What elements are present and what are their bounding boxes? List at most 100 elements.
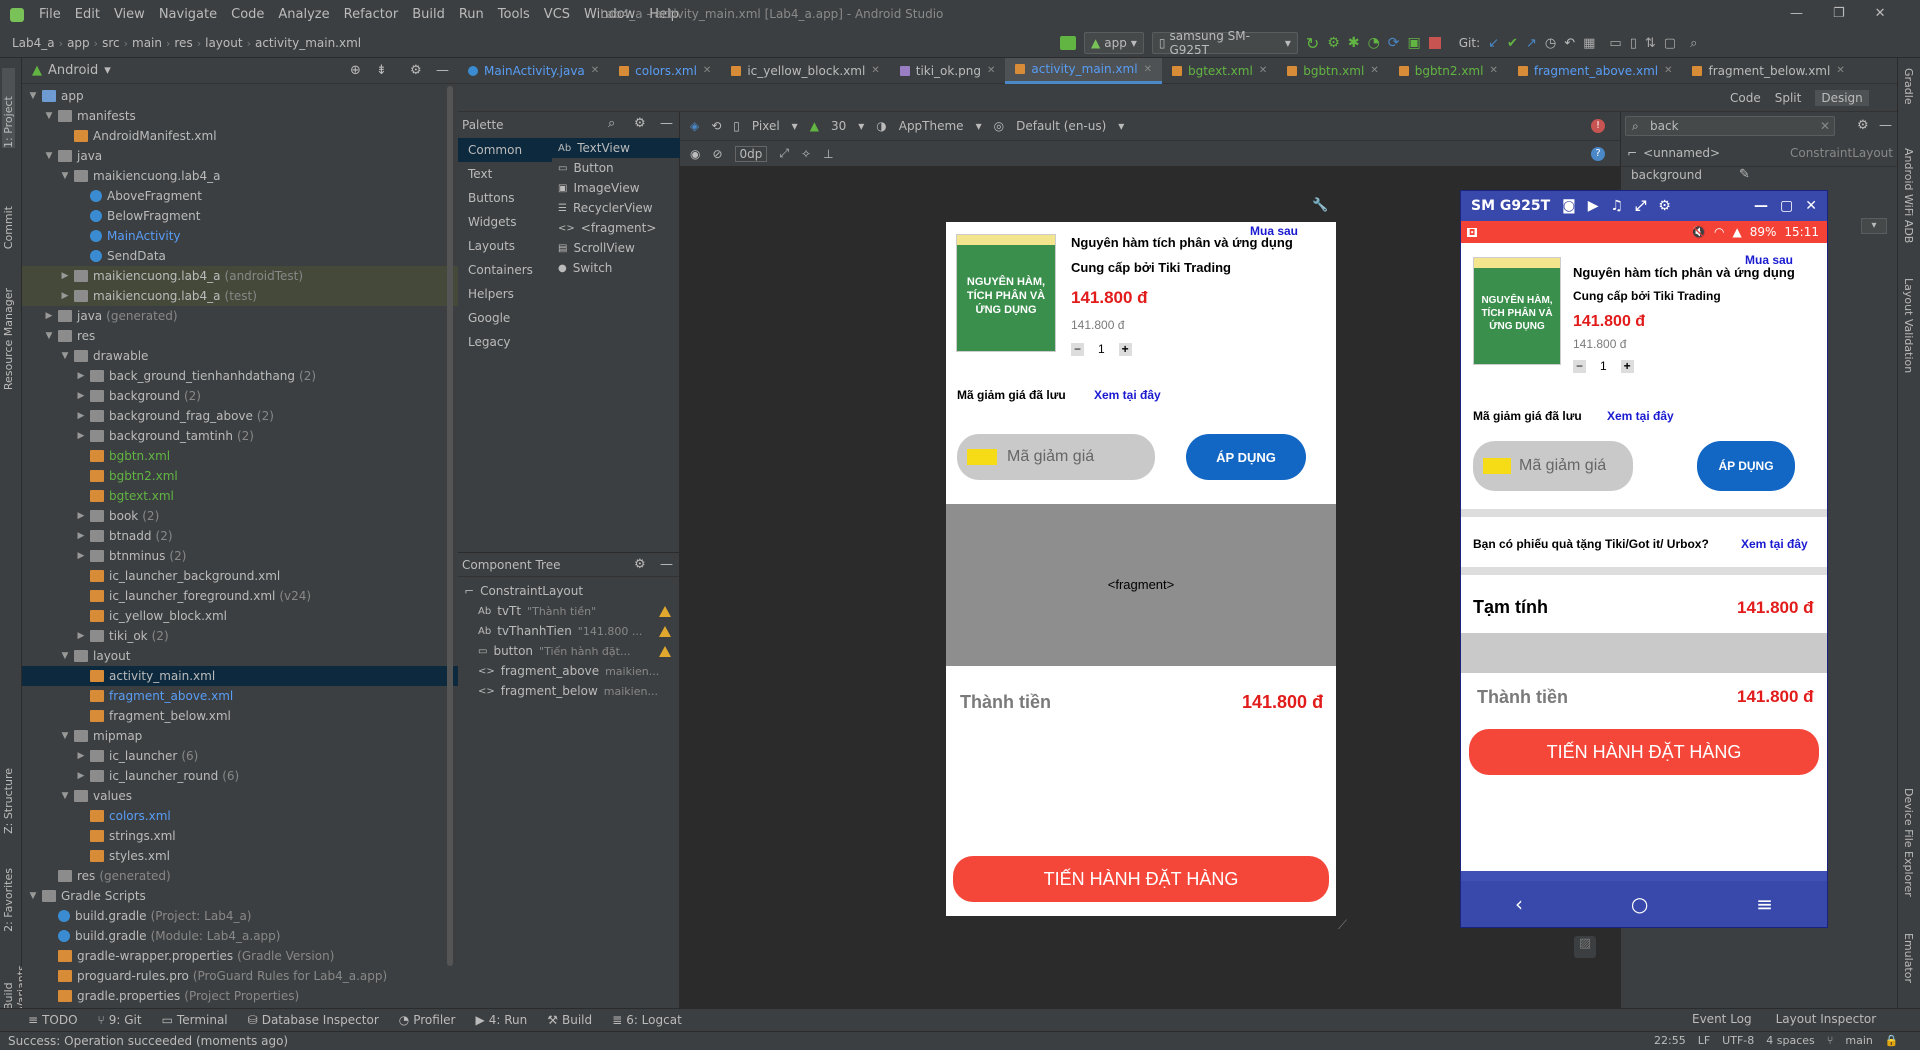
expand-arrow-icon[interactable]: ▶ xyxy=(74,631,88,641)
event-log-button[interactable]: Event Log xyxy=(1692,1012,1752,1026)
close-tab-icon[interactable]: ✕ xyxy=(1370,65,1378,76)
palette-item[interactable]: ▤ ScrollView xyxy=(552,238,680,258)
component-item[interactable]: Ab tvTt "Thành tiền" xyxy=(458,601,679,621)
component-tree-hide-icon[interactable]: — xyxy=(660,557,673,572)
resource-manager-tool-tab[interactable]: Resource Manager xyxy=(2,288,15,390)
menu-view[interactable]: View xyxy=(107,7,152,22)
git-update-icon[interactable]: ↙ xyxy=(1488,36,1499,51)
project-tree-item[interactable]: gradle.properties (Project Properties) xyxy=(22,986,458,1006)
attribute-search-field[interactable]: ⌕ back ✕ xyxy=(1625,116,1835,136)
palette-category-google[interactable]: Google xyxy=(458,306,552,330)
git-push-icon[interactable]: ↗ xyxy=(1526,36,1537,51)
expand-arrow-icon[interactable]: ▼ xyxy=(58,791,72,801)
rollback-icon[interactable]: ↶ xyxy=(1564,36,1575,51)
gift-card-link[interactable]: Xem tại đây xyxy=(1741,537,1808,551)
component-item[interactable]: <> fragment_above maikien... xyxy=(458,661,679,681)
palette-category-common[interactable]: Common xyxy=(458,138,552,162)
menu-file[interactable]: File xyxy=(32,7,68,22)
bottom-tool-database-inspector[interactable]: ⛁ Database Inspector xyxy=(248,1013,379,1027)
locale-selector[interactable]: Default (en-us) xyxy=(1016,119,1106,133)
expand-arrow-icon[interactable]: ▼ xyxy=(58,731,72,741)
project-scrollbar[interactable] xyxy=(447,86,453,966)
project-tree-item[interactable]: ic_launcher_foreground.xml (v24) xyxy=(22,586,458,606)
close-tab-icon[interactable]: ✕ xyxy=(1664,65,1672,76)
expand-arrow-icon[interactable]: ▼ xyxy=(58,351,72,361)
palette-category-layouts[interactable]: Layouts xyxy=(458,234,552,258)
expand-arrow-icon[interactable]: ▼ xyxy=(26,891,40,901)
device-manager-icon[interactable]: ▢ xyxy=(1664,36,1676,51)
tab-colors-xml[interactable]: colors.xml ✕ xyxy=(609,58,721,84)
search-everywhere-icon[interactable]: ⌕ xyxy=(1690,36,1697,51)
file-encoding[interactable]: UTF-8 xyxy=(1722,1034,1754,1047)
menu-analyze[interactable]: Analyze xyxy=(271,7,336,22)
lock-icon[interactable]: 🔒 xyxy=(1885,1034,1899,1047)
project-tree-item[interactable]: ▶ tiki_ok (2) xyxy=(22,626,458,646)
history-icon[interactable]: ◷ xyxy=(1545,36,1556,51)
component-tree-settings-icon[interactable]: ⚙ xyxy=(634,557,646,572)
bottom-tool-4-run[interactable]: ▶ 4: Run xyxy=(475,1013,527,1027)
project-tree-item[interactable]: ▼ manifests xyxy=(22,106,458,126)
checkout-button[interactable]: TIẾN HÀNH ĐẶT HÀNG xyxy=(953,856,1329,902)
project-tree-item[interactable]: ▶ ic_launcher (6) xyxy=(22,746,458,766)
project-tree-item[interactable]: fragment_above.xml xyxy=(22,686,458,706)
avd-manager-icon[interactable]: ▯ xyxy=(1630,36,1637,51)
expand-arrow-icon[interactable]: ▼ xyxy=(58,171,72,181)
project-tree-item[interactable]: ▶ maikiencuong.lab4_a (test) xyxy=(22,286,458,306)
project-tree-item[interactable]: strings.xml xyxy=(22,826,458,846)
device-file-explorer-tool-tab[interactable]: Device File Explorer xyxy=(1902,788,1915,897)
palette-category-helpers[interactable]: Helpers xyxy=(458,282,552,306)
emulator-apply-coupon-button[interactable]: ÁP DỤNG xyxy=(1697,441,1795,491)
emulator-settings-icon[interactable]: ⚙ xyxy=(1658,198,1671,214)
menu-refactor[interactable]: Refactor xyxy=(337,7,406,22)
menu-build[interactable]: Build xyxy=(405,7,452,22)
bottom-tool-9-git[interactable]: ⑂ 9: Git xyxy=(98,1013,142,1027)
tab-bgbtn2-xml[interactable]: bgbtn2.xml ✕ xyxy=(1389,58,1508,84)
emulator-see-coupons-link[interactable]: Xem tại đây xyxy=(1607,409,1674,423)
layout-inspector-button[interactable]: Layout Inspector xyxy=(1776,1012,1877,1026)
tab-mainactivity-java[interactable]: MainActivity.java ✕ xyxy=(458,58,609,84)
orientation-icon[interactable]: ⟲ xyxy=(711,119,721,133)
expand-arrow-icon[interactable]: ▶ xyxy=(74,531,88,541)
expand-arrow-icon[interactable]: ▶ xyxy=(74,411,88,421)
project-tree-item[interactable]: ic_launcher_background.xml xyxy=(22,566,458,586)
home-icon[interactable]: ○ xyxy=(1631,892,1648,916)
palette-item[interactable]: ▭ Button xyxy=(552,158,680,178)
see-coupons-link[interactable]: Xem tại đây xyxy=(1094,388,1161,402)
project-structure-icon[interactable]: ▦ xyxy=(1583,36,1595,51)
attributes-settings-icon[interactable]: ⚙ xyxy=(1857,118,1869,133)
emulator-checkout-button[interactable]: TIẾN HÀNH ĐẶT HÀNG xyxy=(1469,729,1819,775)
emulator-plus-button[interactable]: + xyxy=(1620,359,1634,373)
project-tree-item[interactable]: ▼ java xyxy=(22,146,458,166)
emulator-minimize-icon[interactable]: — xyxy=(1754,198,1768,214)
project-tree-item[interactable]: colors.xml xyxy=(22,806,458,826)
palette-category-buttons[interactable]: Buttons xyxy=(458,186,552,210)
emulator-tool-tab[interactable]: Emulator xyxy=(1902,933,1915,983)
bottom-tool-todo[interactable]: ≡ TODO xyxy=(28,1013,78,1027)
sync-gradle-icon[interactable]: ⇅ xyxy=(1645,36,1656,51)
breadcrumb-item[interactable]: res xyxy=(170,36,196,50)
structure-tool-tab[interactable]: Z: Structure xyxy=(2,768,15,834)
project-tree-item[interactable]: styles.xml xyxy=(22,846,458,866)
api-level-selector[interactable]: 30 xyxy=(831,119,846,133)
expand-arrow-icon[interactable]: ▶ xyxy=(74,371,88,381)
video-icon[interactable]: ▶ xyxy=(1588,198,1599,214)
project-tree-item[interactable]: res (generated) xyxy=(22,866,458,886)
expand-arrow-icon[interactable]: ▶ xyxy=(74,771,88,781)
coverage-icon[interactable]: ▣ xyxy=(1408,35,1421,51)
run-config-dropdown[interactable]: ▲ app ▾ xyxy=(1084,32,1144,54)
breadcrumb-item[interactable]: layout xyxy=(201,36,246,50)
breadcrumb-item[interactable]: src xyxy=(98,36,124,50)
tab-activity_main-xml[interactable]: activity_main.xml ✕ xyxy=(1005,57,1162,84)
project-tree-item[interactable]: ▼ layout xyxy=(22,646,458,666)
project-tree-item[interactable]: ▼ mipmap xyxy=(22,726,458,746)
project-tree-item[interactable]: gradle-wrapper.properties (Gradle Version… xyxy=(22,946,458,966)
apply-coupon-button[interactable]: ÁP DỤNG xyxy=(1186,434,1306,480)
palette-settings-icon[interactable]: ⚙ xyxy=(634,116,646,131)
split-mode-button[interactable]: Split xyxy=(1775,91,1802,105)
tab-tiki_ok-png[interactable]: tiki_ok.png ✕ xyxy=(890,58,1006,84)
expand-arrow-icon[interactable]: ▶ xyxy=(74,431,88,441)
clear-constraints-icon[interactable]: ⤢ xyxy=(779,146,789,161)
expand-arrow-icon[interactable]: ▶ xyxy=(74,511,88,521)
project-tree-item[interactable]: ▼ drawable xyxy=(22,346,458,366)
design-surface-icon[interactable]: ◈ xyxy=(690,119,699,133)
